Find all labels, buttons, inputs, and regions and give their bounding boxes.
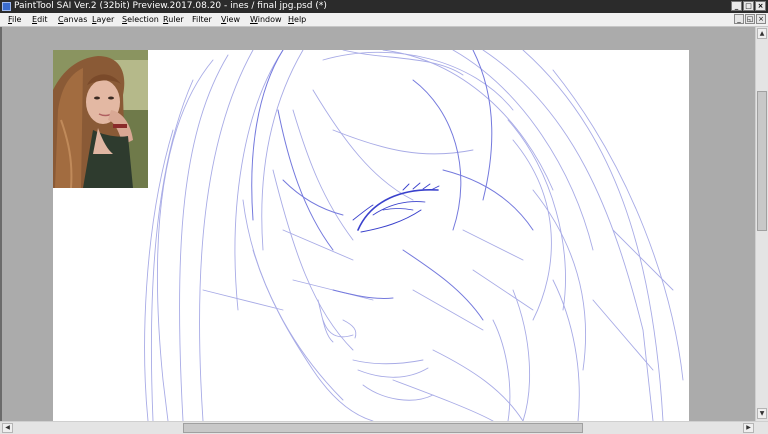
drawing-canvas[interactable] [53,50,689,421]
doc-close-button[interactable]: × [756,14,766,24]
vertical-scrollbar[interactable]: ▲ ▼ [755,27,768,421]
reference-photo [53,50,148,188]
menu-file[interactable]: File [8,13,21,26]
menu-selection[interactable]: Selection [122,13,159,26]
workspace-edge [0,27,2,421]
maximize-button[interactable]: □ [743,1,754,11]
scroll-right-button[interactable]: ▶ [743,423,754,433]
horizontal-scroll-thumb[interactable] [183,423,583,433]
menu-bar: File Edit Canvas Layer Selection Ruler F… [0,13,768,27]
sketch-strokes [144,50,684,421]
scroll-up-button[interactable]: ▲ [757,28,767,39]
doc-minimize-button[interactable]: _ [734,14,744,24]
menu-layer[interactable]: Layer [92,13,114,26]
menu-ruler[interactable]: Ruler [163,13,184,26]
app-icon [2,2,11,11]
menu-filter[interactable]: Filter [192,13,212,26]
vertical-scroll-thumb[interactable] [757,91,767,231]
title-bar: PaintTool SAI Ver.2 (32bit) Preview.2017… [0,0,768,13]
minimize-button[interactable]: _ [731,1,742,11]
window-title: PaintTool SAI Ver.2 (32bit) Preview.2017… [14,1,327,11]
scroll-left-button[interactable]: ◀ [2,423,13,433]
horizontal-scrollbar[interactable]: ◀ ▶ [0,421,768,434]
menu-view[interactable]: View [221,13,240,26]
menu-edit[interactable]: Edit [32,13,48,26]
menu-window[interactable]: Window [250,13,282,26]
scroll-down-button[interactable]: ▼ [757,408,767,419]
menu-canvas[interactable]: Canvas [58,13,87,26]
menu-help[interactable]: Help [288,13,306,26]
portrait-image [53,50,148,188]
doc-restore-button[interactable]: ◱ [745,14,755,24]
close-button[interactable]: × [755,1,766,11]
